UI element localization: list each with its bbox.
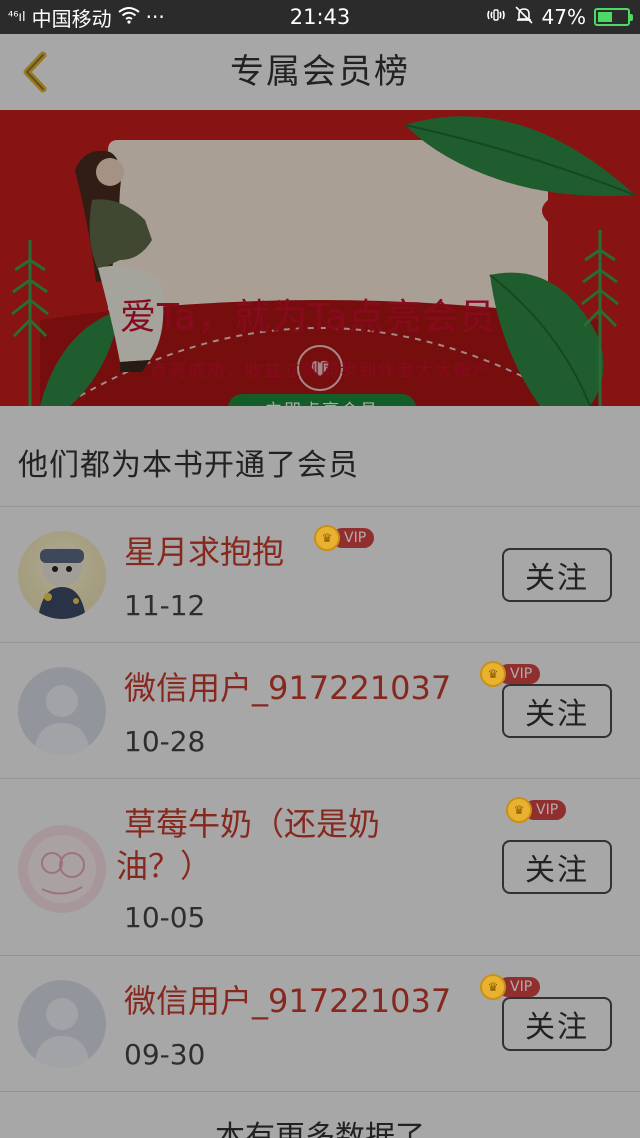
member-row: 微信用户_917221037 ♛ VIP 09-30 关注 xyxy=(0,956,640,1092)
page-title: 专属会员榜 xyxy=(230,52,410,92)
member-name-line1[interactable]: 草莓牛奶（还是奶 xyxy=(124,804,380,844)
promo-banner[interactable]: 爱Ta，就为Ta点亮会员 点亮成功，收益立刻同步到作者大大账户 立即点亮会员 xyxy=(0,110,640,406)
screen: ⁴⁶ıl 中国移动 ··· 21:43 47% 专属会员榜 爱Ta，就为Ta点亮… xyxy=(0,0,640,1138)
follow-button[interactable]: 关注 xyxy=(502,840,612,894)
battery-icon xyxy=(594,8,633,26)
light-up-member-button[interactable]: 立即点亮会员 xyxy=(228,394,416,406)
crown-icon: ♛ xyxy=(314,525,340,551)
nav-header: 专属会员榜 xyxy=(0,34,640,110)
avatar[interactable] xyxy=(18,531,106,619)
vibrate-icon xyxy=(486,5,506,29)
mute-bell-icon xyxy=(514,5,534,30)
follow-button[interactable]: 关注 xyxy=(502,548,612,602)
no-more-data-text: 本有更多数据了 xyxy=(215,1120,425,1138)
vip-badge: ♛ VIP xyxy=(506,797,567,823)
follow-button[interactable]: 关注 xyxy=(502,997,612,1051)
member-date: 10-05 xyxy=(124,901,206,934)
follow-button[interactable]: 关注 xyxy=(502,684,612,738)
section-title: 他们都为本书开通了会员 xyxy=(18,448,359,483)
banner-title: 爱Ta，就为Ta点亮会员 xyxy=(120,297,497,338)
member-name[interactable]: 微信用户_917221037 xyxy=(124,668,451,708)
member-name[interactable]: 微信用户_917221037 xyxy=(124,981,451,1021)
member-name-line2[interactable]: 油？） xyxy=(116,846,212,886)
avatar-cartoon-image xyxy=(38,547,86,619)
member-date: 10-28 xyxy=(124,725,206,758)
member-name[interactable]: 星月求抱抱 xyxy=(124,532,284,572)
vip-badge: ♛ VIP xyxy=(314,525,375,551)
vip-badge: ♛ VIP xyxy=(480,974,541,1000)
crown-icon: ♛ xyxy=(480,661,506,687)
member-row: 星月求抱抱 ♛ VIP 11-12 关注 xyxy=(0,507,640,643)
avatar[interactable] xyxy=(18,980,106,1068)
battery-percent: 47% xyxy=(541,5,586,29)
default-avatar-icon xyxy=(34,685,90,755)
default-avatar-icon xyxy=(34,998,90,1068)
avatar-cartoon-image xyxy=(28,835,96,903)
vip-badge: ♛ VIP xyxy=(480,661,541,687)
avatar[interactable] xyxy=(18,825,106,913)
member-date: 11-12 xyxy=(124,589,206,622)
battery-level xyxy=(598,12,612,22)
status-right: 47% xyxy=(486,0,633,34)
banner-subtitle: 点亮成功，收益立刻同步到作者大大账户 xyxy=(150,361,492,381)
avatar[interactable] xyxy=(18,667,106,755)
crown-icon: ♛ xyxy=(506,797,532,823)
status-bar: ⁴⁶ıl 中国移动 ··· 21:43 47% xyxy=(0,0,640,34)
member-row: 草莓牛奶（还是奶 油？） ♛ VIP 10-05 关注 xyxy=(0,779,640,956)
member-row: 微信用户_917221037 ♛ VIP 10-28 关注 xyxy=(0,643,640,779)
crown-icon: ♛ xyxy=(480,974,506,1000)
member-date: 09-30 xyxy=(124,1038,206,1071)
